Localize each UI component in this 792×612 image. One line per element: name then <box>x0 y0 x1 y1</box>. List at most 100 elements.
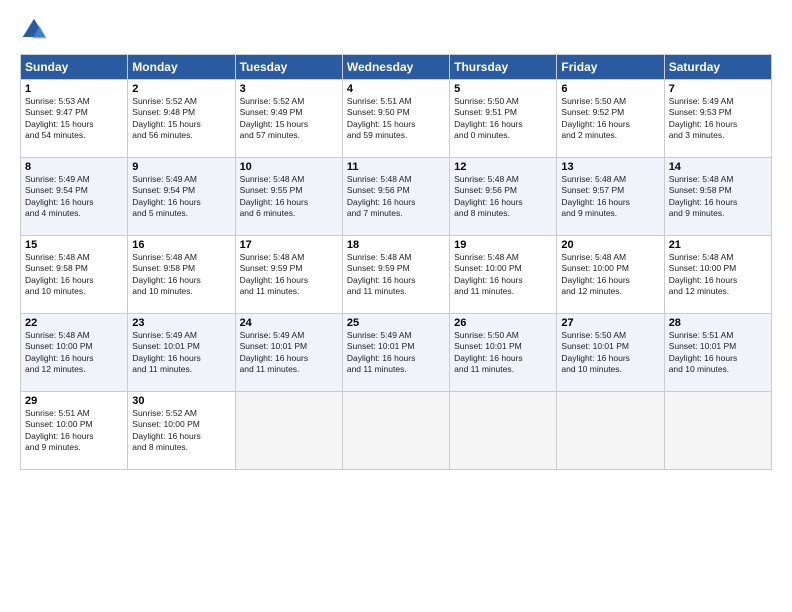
calendar-cell: 2Sunrise: 5:52 AM Sunset: 9:48 PM Daylig… <box>128 80 235 158</box>
day-number: 14 <box>669 161 767 173</box>
day-number: 17 <box>240 239 338 251</box>
day-number: 26 <box>454 317 552 329</box>
day-info: Sunrise: 5:48 AM Sunset: 9:58 PM Dayligh… <box>132 252 230 298</box>
day-number: 13 <box>561 161 659 173</box>
calendar-cell: 25Sunrise: 5:49 AM Sunset: 10:01 PM Dayl… <box>342 314 449 392</box>
day-number: 12 <box>454 161 552 173</box>
calendar-cell: 3Sunrise: 5:52 AM Sunset: 9:49 PM Daylig… <box>235 80 342 158</box>
day-info: Sunrise: 5:51 AM Sunset: 10:00 PM Daylig… <box>25 408 123 454</box>
calendar-cell: 22Sunrise: 5:48 AM Sunset: 10:00 PM Dayl… <box>21 314 128 392</box>
day-info: Sunrise: 5:48 AM Sunset: 9:59 PM Dayligh… <box>347 252 445 298</box>
col-header-friday: Friday <box>557 55 664 80</box>
day-number: 8 <box>25 161 123 173</box>
calendar-cell <box>235 392 342 470</box>
calendar-cell: 10Sunrise: 5:48 AM Sunset: 9:55 PM Dayli… <box>235 158 342 236</box>
day-info: Sunrise: 5:50 AM Sunset: 10:01 PM Daylig… <box>454 330 552 376</box>
day-info: Sunrise: 5:48 AM Sunset: 9:57 PM Dayligh… <box>561 174 659 220</box>
day-info: Sunrise: 5:49 AM Sunset: 9:54 PM Dayligh… <box>132 174 230 220</box>
day-info: Sunrise: 5:50 AM Sunset: 9:52 PM Dayligh… <box>561 96 659 142</box>
calendar-cell <box>450 392 557 470</box>
day-info: Sunrise: 5:52 AM Sunset: 9:48 PM Dayligh… <box>132 96 230 142</box>
day-number: 21 <box>669 239 767 251</box>
day-number: 6 <box>561 83 659 95</box>
calendar-week-row: 1Sunrise: 5:53 AM Sunset: 9:47 PM Daylig… <box>21 80 772 158</box>
day-number: 5 <box>454 83 552 95</box>
calendar-cell: 30Sunrise: 5:52 AM Sunset: 10:00 PM Dayl… <box>128 392 235 470</box>
day-number: 3 <box>240 83 338 95</box>
day-info: Sunrise: 5:53 AM Sunset: 9:47 PM Dayligh… <box>25 96 123 142</box>
day-number: 25 <box>347 317 445 329</box>
calendar-week-row: 29Sunrise: 5:51 AM Sunset: 10:00 PM Dayl… <box>21 392 772 470</box>
calendar-cell: 29Sunrise: 5:51 AM Sunset: 10:00 PM Dayl… <box>21 392 128 470</box>
logo-icon <box>20 16 48 44</box>
day-info: Sunrise: 5:51 AM Sunset: 10:01 PM Daylig… <box>669 330 767 376</box>
day-number: 9 <box>132 161 230 173</box>
calendar-cell <box>342 392 449 470</box>
logo <box>20 16 52 44</box>
calendar-cell: 27Sunrise: 5:50 AM Sunset: 10:01 PM Dayl… <box>557 314 664 392</box>
day-info: Sunrise: 5:49 AM Sunset: 10:01 PM Daylig… <box>240 330 338 376</box>
day-number: 20 <box>561 239 659 251</box>
calendar-cell: 4Sunrise: 5:51 AM Sunset: 9:50 PM Daylig… <box>342 80 449 158</box>
calendar-cell: 13Sunrise: 5:48 AM Sunset: 9:57 PM Dayli… <box>557 158 664 236</box>
calendar-cell: 19Sunrise: 5:48 AM Sunset: 10:00 PM Dayl… <box>450 236 557 314</box>
day-info: Sunrise: 5:48 AM Sunset: 9:58 PM Dayligh… <box>669 174 767 220</box>
calendar-cell: 16Sunrise: 5:48 AM Sunset: 9:58 PM Dayli… <box>128 236 235 314</box>
calendar-cell: 24Sunrise: 5:49 AM Sunset: 10:01 PM Dayl… <box>235 314 342 392</box>
day-info: Sunrise: 5:48 AM Sunset: 9:56 PM Dayligh… <box>454 174 552 220</box>
col-header-saturday: Saturday <box>664 55 771 80</box>
calendar-cell: 8Sunrise: 5:49 AM Sunset: 9:54 PM Daylig… <box>21 158 128 236</box>
day-number: 28 <box>669 317 767 329</box>
calendar-week-row: 22Sunrise: 5:48 AM Sunset: 10:00 PM Dayl… <box>21 314 772 392</box>
day-number: 10 <box>240 161 338 173</box>
calendar-cell: 23Sunrise: 5:49 AM Sunset: 10:01 PM Dayl… <box>128 314 235 392</box>
day-number: 7 <box>669 83 767 95</box>
day-number: 1 <box>25 83 123 95</box>
day-info: Sunrise: 5:49 AM Sunset: 10:01 PM Daylig… <box>132 330 230 376</box>
day-info: Sunrise: 5:50 AM Sunset: 9:51 PM Dayligh… <box>454 96 552 142</box>
calendar-week-row: 15Sunrise: 5:48 AM Sunset: 9:58 PM Dayli… <box>21 236 772 314</box>
day-info: Sunrise: 5:51 AM Sunset: 9:50 PM Dayligh… <box>347 96 445 142</box>
page: SundayMondayTuesdayWednesdayThursdayFrid… <box>0 0 792 612</box>
calendar-cell: 11Sunrise: 5:48 AM Sunset: 9:56 PM Dayli… <box>342 158 449 236</box>
calendar-cell <box>664 392 771 470</box>
day-info: Sunrise: 5:48 AM Sunset: 10:00 PM Daylig… <box>25 330 123 376</box>
day-info: Sunrise: 5:48 AM Sunset: 9:59 PM Dayligh… <box>240 252 338 298</box>
day-info: Sunrise: 5:48 AM Sunset: 10:00 PM Daylig… <box>669 252 767 298</box>
day-number: 4 <box>347 83 445 95</box>
day-info: Sunrise: 5:48 AM Sunset: 10:00 PM Daylig… <box>454 252 552 298</box>
day-number: 24 <box>240 317 338 329</box>
col-header-tuesday: Tuesday <box>235 55 342 80</box>
day-number: 11 <box>347 161 445 173</box>
col-header-thursday: Thursday <box>450 55 557 80</box>
calendar-cell: 20Sunrise: 5:48 AM Sunset: 10:00 PM Dayl… <box>557 236 664 314</box>
calendar-cell: 21Sunrise: 5:48 AM Sunset: 10:00 PM Dayl… <box>664 236 771 314</box>
calendar-cell: 7Sunrise: 5:49 AM Sunset: 9:53 PM Daylig… <box>664 80 771 158</box>
calendar-cell: 28Sunrise: 5:51 AM Sunset: 10:01 PM Dayl… <box>664 314 771 392</box>
calendar-cell: 18Sunrise: 5:48 AM Sunset: 9:59 PM Dayli… <box>342 236 449 314</box>
calendar-cell: 6Sunrise: 5:50 AM Sunset: 9:52 PM Daylig… <box>557 80 664 158</box>
day-info: Sunrise: 5:50 AM Sunset: 10:01 PM Daylig… <box>561 330 659 376</box>
calendar-cell: 26Sunrise: 5:50 AM Sunset: 10:01 PM Dayl… <box>450 314 557 392</box>
calendar-cell: 14Sunrise: 5:48 AM Sunset: 9:58 PM Dayli… <box>664 158 771 236</box>
col-header-wednesday: Wednesday <box>342 55 449 80</box>
calendar-cell: 12Sunrise: 5:48 AM Sunset: 9:56 PM Dayli… <box>450 158 557 236</box>
calendar-cell <box>557 392 664 470</box>
day-number: 29 <box>25 395 123 407</box>
col-header-monday: Monday <box>128 55 235 80</box>
day-number: 22 <box>25 317 123 329</box>
day-info: Sunrise: 5:52 AM Sunset: 9:49 PM Dayligh… <box>240 96 338 142</box>
calendar-cell: 5Sunrise: 5:50 AM Sunset: 9:51 PM Daylig… <box>450 80 557 158</box>
header <box>20 16 772 44</box>
calendar-header-row: SundayMondayTuesdayWednesdayThursdayFrid… <box>21 55 772 80</box>
calendar-cell: 17Sunrise: 5:48 AM Sunset: 9:59 PM Dayli… <box>235 236 342 314</box>
day-number: 2 <box>132 83 230 95</box>
day-info: Sunrise: 5:49 AM Sunset: 9:53 PM Dayligh… <box>669 96 767 142</box>
calendar-cell: 15Sunrise: 5:48 AM Sunset: 9:58 PM Dayli… <box>21 236 128 314</box>
calendar-table: SundayMondayTuesdayWednesdayThursdayFrid… <box>20 54 772 470</box>
day-number: 19 <box>454 239 552 251</box>
day-number: 15 <box>25 239 123 251</box>
day-info: Sunrise: 5:48 AM Sunset: 9:58 PM Dayligh… <box>25 252 123 298</box>
day-info: Sunrise: 5:49 AM Sunset: 10:01 PM Daylig… <box>347 330 445 376</box>
day-info: Sunrise: 5:52 AM Sunset: 10:00 PM Daylig… <box>132 408 230 454</box>
